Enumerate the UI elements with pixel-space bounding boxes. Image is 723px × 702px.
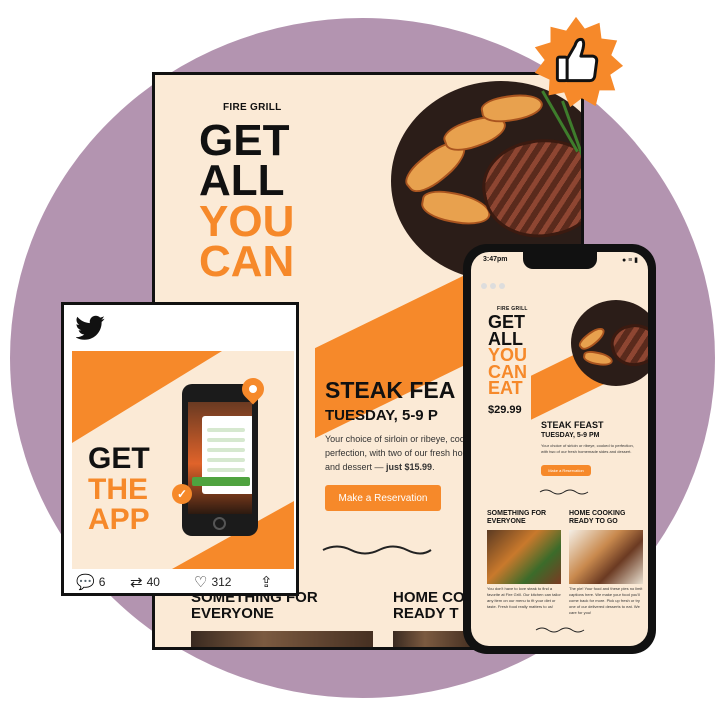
share-icon: ⇪ xyxy=(260,573,273,591)
phone-reservation-button[interactable]: Make a Reservation xyxy=(541,465,591,476)
thumbs-up-badge xyxy=(534,16,624,108)
section-line: EVERYONE xyxy=(487,517,526,525)
tweet-actions: 💬 6 ⇄ 40 ♡ 312 ⇪ xyxy=(64,569,296,593)
form-line xyxy=(207,448,245,452)
retweet-icon: ⇄ xyxy=(130,573,143,591)
potato-wedge xyxy=(582,349,614,368)
phone-price: $29.99 xyxy=(488,404,522,416)
desc-line: and dessert — just $15.99. xyxy=(325,461,435,472)
headline-word: ALL xyxy=(199,156,285,206)
phone-screen: 3:47pm ● ≡ ▮ FIRE GRILL GET ALL YOU CAN … xyxy=(471,252,648,646)
app-promo-image: GET THE APP ✓ xyxy=(72,351,294,569)
section-line: READY TO GO xyxy=(569,517,618,525)
phone-section-left: SOMETHING FOR EVERYONE xyxy=(487,510,546,525)
phone-feast-title: STEAK FEAST xyxy=(541,420,604,430)
steak xyxy=(474,127,581,249)
flyer-section-right: HOME CO READY T xyxy=(393,590,465,622)
home-button-icon xyxy=(213,517,226,530)
form-line xyxy=(207,468,245,472)
flyer-feast-subtitle: TUESDAY, 5-9 P xyxy=(325,407,438,424)
skewers-photo xyxy=(487,530,561,584)
browser-dots xyxy=(481,276,508,294)
status-icons: ● ≡ ▮ xyxy=(621,257,638,264)
flyer-description: Your choice of sirloin or ribeye, cook p… xyxy=(325,433,470,475)
desc-line: Your choice of sirloin or ribeye, cook xyxy=(325,434,470,444)
twitter-bird-icon xyxy=(76,315,105,340)
section-line: HOME COOKING xyxy=(569,510,626,517)
like-action[interactable]: ♡ 312 xyxy=(194,575,231,590)
retweet-action[interactable]: ⇄ 40 xyxy=(130,575,160,590)
like-count: 312 xyxy=(211,575,232,589)
wave-divider xyxy=(539,489,589,495)
form-line xyxy=(207,458,245,462)
food-photo-strip xyxy=(393,631,473,647)
headline-word: EAT xyxy=(488,378,523,399)
dot xyxy=(499,283,505,289)
plated-steak-photo xyxy=(569,530,643,584)
desc-line: perfection, with two of our fresh hom xyxy=(325,447,471,458)
mini-phone: ✓ xyxy=(172,373,269,536)
mini-phone-screen xyxy=(188,402,252,514)
share-action[interactable]: ⇪ xyxy=(260,575,277,590)
marketing-collage: FIRE GRILL GET ALL YOU CAN STEAK FEA TUE… xyxy=(0,0,723,702)
price-note: just $15.99 xyxy=(386,461,433,472)
potato-wedge xyxy=(576,323,608,354)
food-photo-strip xyxy=(191,631,373,647)
smartphone-mockup: 3:47pm ● ≡ ▮ FIRE GRILL GET ALL YOU CAN … xyxy=(463,244,656,654)
status-time: 3:47pm xyxy=(483,256,508,263)
section-line: EVERYONE xyxy=(191,604,274,622)
section-line: READY T xyxy=(393,604,459,622)
form-line xyxy=(207,428,245,432)
reservation-button[interactable]: Make a Reservation xyxy=(325,485,441,511)
flyer-feast-title: STEAK FEA xyxy=(325,377,456,403)
promo-word: APP xyxy=(88,503,150,537)
reply-icon: 💬 xyxy=(76,573,95,591)
form-line xyxy=(207,438,245,442)
dot xyxy=(490,283,496,289)
flyer-headline: GET ALL YOU CAN xyxy=(199,116,295,287)
tweet-card: GET THE APP ✓ 💬 6 ⇄ 40 ♡ 312 ⇪ xyxy=(61,302,299,596)
phone-description: Your choice of sirloin or ribeye, cooked… xyxy=(541,443,634,454)
phone-section-right: HOME COOKING READY TO GO xyxy=(569,510,625,525)
dot xyxy=(481,283,487,289)
headline-word: GET xyxy=(199,116,290,165)
phone-text-left: You don't have to love steak to find a f… xyxy=(487,586,561,609)
desc-line-text: and dessert — xyxy=(325,461,387,472)
headline-word: CAN xyxy=(199,237,295,287)
headline-word: YOU xyxy=(199,196,295,246)
promo-word: THE xyxy=(88,472,148,506)
promo-word: GET xyxy=(88,442,150,475)
reply-action[interactable]: 💬 6 xyxy=(76,575,105,590)
promo-headline: GET THE APP xyxy=(88,442,150,537)
checkmark-icon: ✓ xyxy=(172,484,192,504)
wave-divider xyxy=(535,627,585,633)
phone-notch xyxy=(523,252,597,269)
phone-feast-subtitle: TUESDAY, 5-9 PM xyxy=(541,432,600,439)
retweet-count: 40 xyxy=(146,575,160,589)
heart-icon: ♡ xyxy=(194,573,208,591)
section-line: HOME CO xyxy=(393,589,465,606)
phone-text-right: The pie! Your food and these pies no lim… xyxy=(569,586,643,615)
flyer-brand: FIRE GRILL xyxy=(223,102,282,113)
wave-divider xyxy=(322,545,432,555)
submit-bar xyxy=(192,477,250,486)
phone-headline: GET ALL YOU CAN EAT xyxy=(488,313,527,399)
reply-count: 6 xyxy=(98,575,106,589)
section-line: SOMETHING FOR xyxy=(487,510,547,517)
steak xyxy=(607,319,648,371)
